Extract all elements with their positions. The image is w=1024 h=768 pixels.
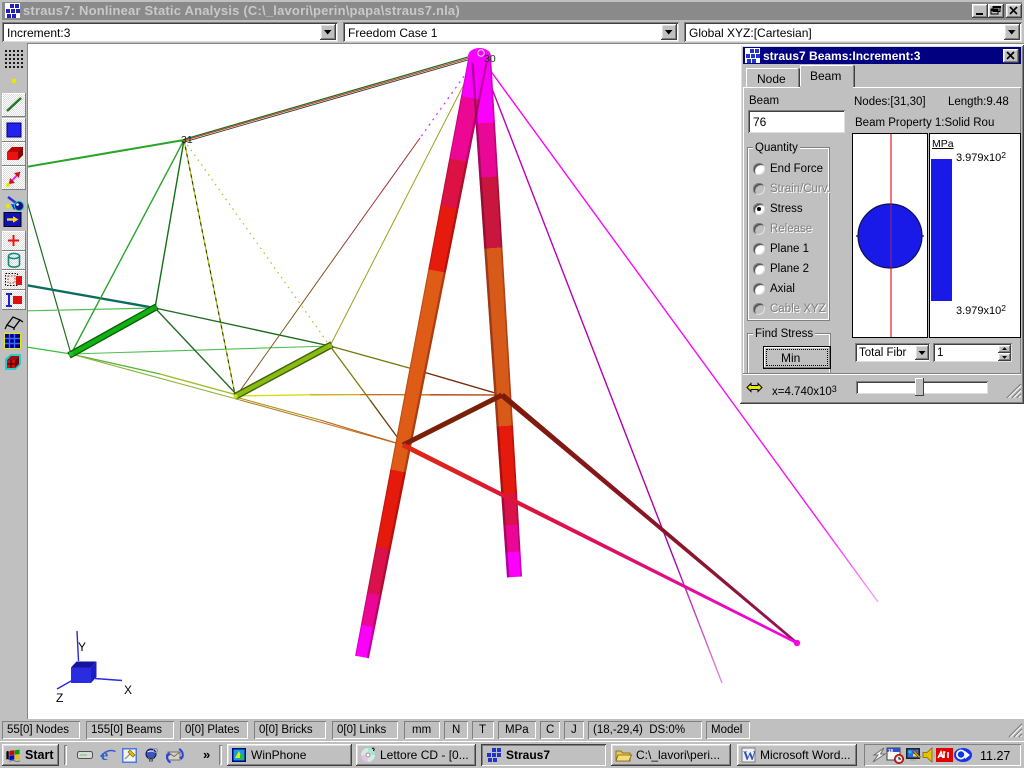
svg-text:18: 18 (888, 748, 894, 753)
svg-text:X: X (124, 683, 132, 697)
svg-text:31: 31 (181, 134, 193, 146)
svg-text:Z: Z (56, 691, 63, 705)
svg-text:30: 30 (484, 53, 496, 65)
svg-text:W: W (743, 748, 756, 763)
svg-text:Y: Y (78, 640, 86, 654)
